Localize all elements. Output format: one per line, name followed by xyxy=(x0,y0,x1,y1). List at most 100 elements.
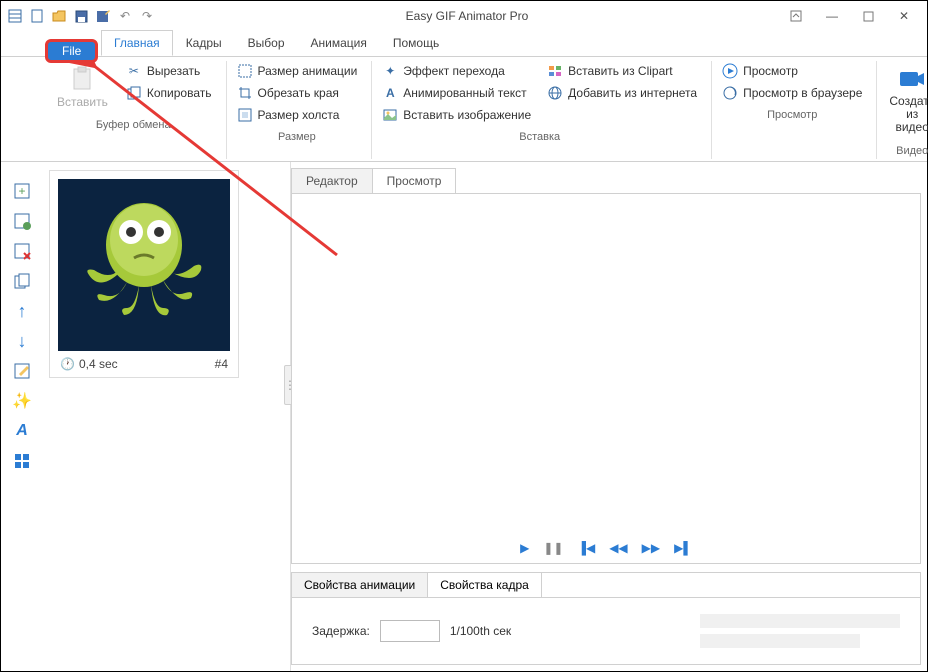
frames-panel: 🕐0,4 sec #4 ⋮ xyxy=(41,162,291,671)
open-folder-icon[interactable] xyxy=(51,8,67,24)
play-circle-icon xyxy=(722,63,738,79)
new-file-icon[interactable] xyxy=(29,8,45,24)
svg-text:+: + xyxy=(18,184,25,198)
placeholder-bar xyxy=(700,634,860,648)
placeholder-bar xyxy=(700,614,900,628)
copy-button[interactable]: Копировать xyxy=(122,83,216,103)
undo-icon[interactable]: ↶ xyxy=(117,8,133,24)
playback-controls: ▶ ❚❚ ▐◀ ◀◀ ▶▶ ▶▌ xyxy=(292,541,920,555)
group-clipboard: Вставить ✂Вырезать Копировать Буфер обме… xyxy=(45,61,227,159)
next-frame-button[interactable]: ▶▶ xyxy=(642,541,660,555)
group-video: Создать из видео Видео xyxy=(877,61,928,159)
from-internet-button[interactable]: Добавить из интернета xyxy=(543,83,701,103)
crop-icon xyxy=(237,85,253,101)
add-frame-icon[interactable]: + xyxy=(12,181,32,201)
scissors-icon: ✂ xyxy=(126,63,142,79)
octopus-icon xyxy=(69,190,219,340)
preview-canvas: ▶ ❚❚ ▐◀ ◀◀ ▶▶ ▶▌ xyxy=(291,194,921,564)
first-frame-button[interactable]: ▐◀ xyxy=(577,541,595,555)
ribbon-tabs: Главная Кадры Выбор Анимация Помощь xyxy=(1,31,927,57)
main-area: 🕐0,4 sec #4 ⋮ Редактор Просмотр ▶ ❚❚ ▐◀ … xyxy=(1,162,927,671)
preview-tab[interactable]: Просмотр xyxy=(372,168,457,193)
frame-thumbnail xyxy=(58,179,230,351)
file-tab[interactable]: File xyxy=(45,39,98,63)
placeholder-bars xyxy=(700,614,900,648)
delay-unit: 1/100th сек xyxy=(450,624,511,638)
tab-animation[interactable]: Анимация xyxy=(298,30,380,56)
title-bar: ↶ ↷ Easy GIF Animator Pro — ✕ xyxy=(1,1,927,31)
move-up-icon[interactable]: ↑ xyxy=(12,301,32,321)
move-down-icon[interactable]: ↓ xyxy=(12,331,32,351)
canvas-icon xyxy=(237,107,253,123)
anim-text-button[interactable]: AАнимированный текст xyxy=(378,83,535,103)
frame-card[interactable]: 🕐0,4 sec #4 xyxy=(49,170,239,378)
transition-button[interactable]: ✦Эффект перехода xyxy=(378,61,535,81)
insert-frame-icon[interactable] xyxy=(12,211,32,231)
file-tab-label: File xyxy=(62,44,81,58)
browser-preview-button[interactable]: Просмотр в браузере xyxy=(718,83,866,103)
group-preview-label: Просмотр xyxy=(718,105,866,121)
from-clipart-button[interactable]: Вставить из Clipart xyxy=(543,61,701,81)
window-controls: — ✕ xyxy=(779,5,921,27)
browser-icon xyxy=(722,85,738,101)
film-icon[interactable] xyxy=(7,8,23,24)
clock-icon: 🕐 xyxy=(60,357,75,371)
paste-label: Вставить xyxy=(57,95,108,109)
tab-selection[interactable]: Выбор xyxy=(235,30,298,56)
frame-props-tab[interactable]: Свойства кадра xyxy=(427,572,542,597)
create-from-video-button[interactable]: Создать из видео xyxy=(883,61,928,139)
prev-frame-button[interactable]: ◀◀ xyxy=(609,541,627,555)
tab-help[interactable]: Помощь xyxy=(380,30,452,56)
anim-props-tab[interactable]: Свойства анимации xyxy=(291,572,428,597)
cut-button[interactable]: ✂Вырезать xyxy=(122,61,216,81)
delete-frame-icon[interactable] xyxy=(12,241,32,261)
canvas-size-button[interactable]: Размер холста xyxy=(233,105,362,125)
group-insert-label: Вставка xyxy=(378,127,701,143)
editor-tab[interactable]: Редактор xyxy=(291,168,373,193)
clipboard-icon xyxy=(68,65,96,93)
anim-size-button[interactable]: Размер анимации xyxy=(233,61,362,81)
edit-frame-icon[interactable] xyxy=(12,361,32,381)
properties-body: Задержка: 1/100th сек xyxy=(292,598,920,664)
group-size: Размер анимации Обрезать края Размер хол… xyxy=(227,61,373,159)
clipart-icon xyxy=(547,63,563,79)
save-as-icon[interactable] xyxy=(95,8,111,24)
frame-meta: 🕐0,4 sec #4 xyxy=(50,351,238,377)
pause-button[interactable]: ❚❚ xyxy=(543,541,563,555)
save-icon[interactable] xyxy=(73,8,89,24)
last-frame-button[interactable]: ▶▌ xyxy=(674,541,692,555)
play-button[interactable]: ▶ xyxy=(520,541,529,555)
right-pane: Редактор Просмотр ▶ ❚❚ ▐◀ ◀◀ ▶▶ ▶▌ Свойс… xyxy=(291,162,927,671)
redo-icon[interactable]: ↷ xyxy=(139,8,155,24)
duplicate-frame-icon[interactable] xyxy=(12,271,32,291)
app-window: ↶ ↷ Easy GIF Animator Pro — ✕ File Главн… xyxy=(1,1,927,671)
image-icon xyxy=(382,107,398,123)
properties-tabs: Свойства анимации Свойства кадра xyxy=(292,573,920,598)
tab-frames[interactable]: Кадры xyxy=(173,30,235,56)
delay-label: Задержка: xyxy=(312,624,370,638)
camera-icon xyxy=(898,65,926,93)
wand-icon[interactable]: ✨ xyxy=(12,391,32,411)
group-video-label: Видео xyxy=(883,141,928,157)
sparkle-icon: ✦ xyxy=(382,63,398,79)
crop-button[interactable]: Обрезать края xyxy=(233,83,362,103)
maximize-button[interactable] xyxy=(851,5,885,27)
properties-panel: Свойства анимации Свойства кадра Задержк… xyxy=(291,572,921,665)
minimize-button[interactable]: — xyxy=(815,5,849,27)
preview-button[interactable]: Просмотр xyxy=(718,61,866,81)
delay-input[interactable] xyxy=(380,620,440,642)
grid-icon[interactable] xyxy=(12,451,32,471)
ribbon-collapse-icon[interactable] xyxy=(779,5,813,27)
globe-icon xyxy=(547,85,563,101)
text-tool-icon[interactable]: A xyxy=(12,421,32,441)
group-clipboard-label: Буфер обмена xyxy=(51,115,216,131)
tab-main[interactable]: Главная xyxy=(101,30,173,56)
group-size-label: Размер xyxy=(233,127,362,143)
window-title: Easy GIF Animator Pro xyxy=(155,9,779,23)
insert-image-button[interactable]: Вставить изображение xyxy=(378,105,535,125)
ribbon: Вставить ✂Вырезать Копировать Буфер обме… xyxy=(1,57,927,162)
frame-index: #4 xyxy=(215,357,228,371)
left-toolbar: + ↑ ↓ ✨ A xyxy=(7,181,37,471)
group-preview: Просмотр Просмотр в браузере Просмотр xyxy=(712,61,877,159)
close-button[interactable]: ✕ xyxy=(887,5,921,27)
